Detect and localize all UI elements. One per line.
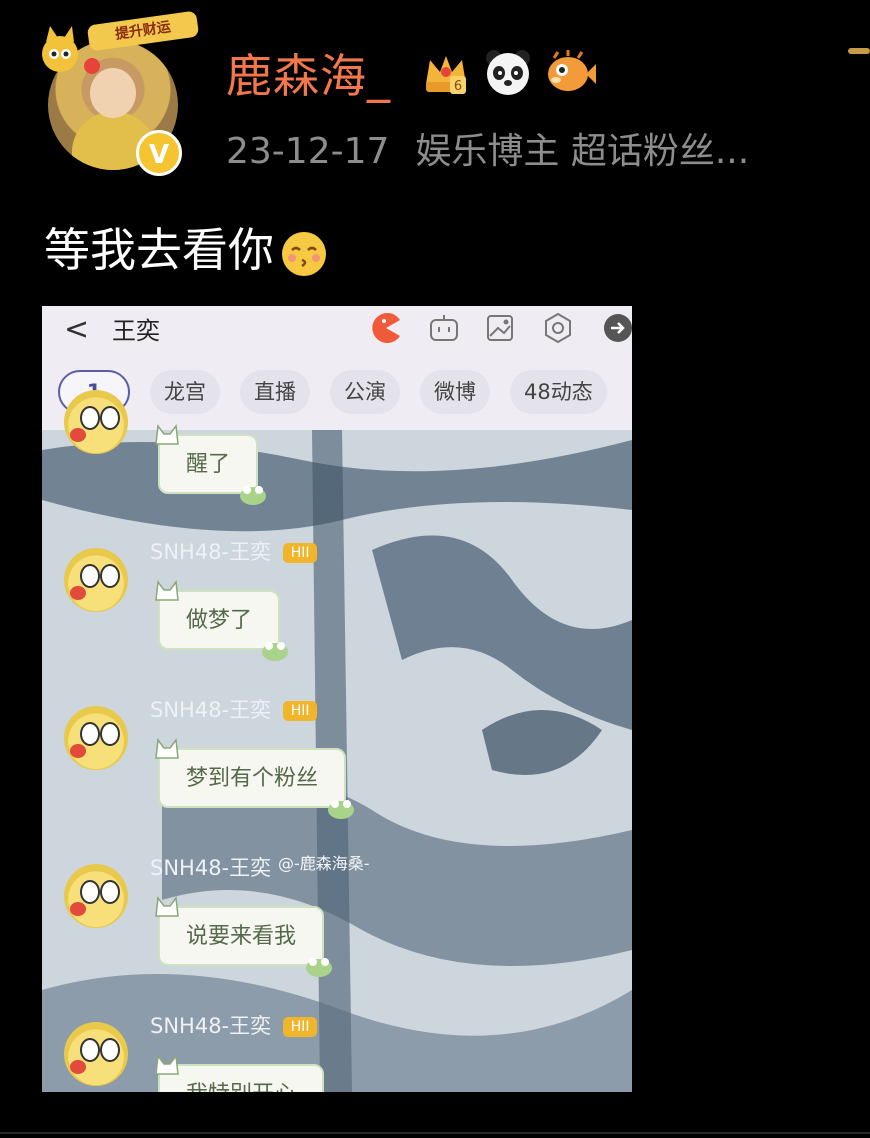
kiss-emoji-icon [282,231,326,276]
sender-name: SNH48-王奕 [150,852,271,882]
pacman-icon[interactable] [370,312,402,344]
message-bubble[interactable]: 说要来看我 [155,896,333,977]
message-text: 梦到有个粉丝 [186,766,319,791]
divider [0,1132,870,1134]
sender-name: SNH48-王奕 HII [150,536,318,566]
message-bubble[interactable]: 醒了 [155,424,267,505]
gallery-icon[interactable] [484,312,516,344]
sender-label: SNH48-王奕 [150,540,272,564]
avatar[interactable]: 提升财运 V [42,10,200,176]
back-icon[interactable]: < [64,312,89,347]
sender-name: SNH48-王奕 HII [150,1010,318,1040]
message-text: 醒了 [186,452,231,477]
message-bubble[interactable]: 梦到有个粉丝 [155,738,355,819]
sender-name: SNH48-王奕 HII [150,694,318,724]
chat-header: < 王奕 1 龙宫 直播 公演 微博 48动态 [42,306,632,430]
username[interactable]: 鹿森海_ [226,40,391,106]
level-badge: HII [283,543,318,563]
verified-v-icon: V [136,130,182,176]
tab-performance[interactable]: 公演 [330,370,400,414]
message-text: 做梦了 [186,608,253,633]
chat-area: 醒了 SNH48-王奕 HII 做梦了 SNH48-王奕 HII 梦到有个粉丝 [42,390,632,1092]
user-badges: 6 [420,46,596,98]
tab-dragon-palace[interactable]: 龙宫 [150,370,220,414]
chat-tabs: 1 龙宫 直播 公演 微博 48动态 [58,370,607,414]
sender-label: SNH48-王奕 [150,1014,272,1038]
level-badge: HII [283,701,318,721]
level-badge: HII [283,1017,318,1037]
message-text: 我特别开心 [186,1082,296,1092]
svg-text:6: 6 [454,79,462,94]
panda-icon[interactable] [482,46,534,98]
crown-level-6-icon[interactable]: 6 [420,46,472,98]
menu-indicator[interactable] [848,48,870,54]
chat-title: 王奕 [112,317,160,345]
robot-icon[interactable] [428,312,460,344]
sender-label: SNH48-王奕 [150,698,272,722]
chat-avatar[interactable] [64,390,128,454]
chat-avatar[interactable] [64,1022,128,1086]
watermark: @-鹿森海桑- [278,854,370,873]
message-bubble[interactable]: 做梦了 [155,580,289,661]
post-text: 等我去看你 [44,214,328,280]
tab-weibo[interactable]: 微博 [420,370,490,414]
message-text: 说要来看我 [186,924,297,949]
message-bubble[interactable]: 我特别开心 [155,1054,325,1092]
chat-avatar[interactable] [64,864,128,928]
pufferfish-icon[interactable] [544,46,596,98]
chat-avatar[interactable] [64,706,128,770]
tab-48-news[interactable]: 48动态 [510,370,607,414]
tab-live[interactable]: 直播 [240,370,310,414]
post-image[interactable]: < 王奕 1 龙宫 直播 公演 微博 48动态 [42,306,632,1092]
post-date: 23-12-17 [226,131,390,172]
avatar-frame-label: 提升财运 [86,10,200,52]
user-tags[interactable]: 娱乐博主 超话粉丝... [415,131,749,172]
settings-icon[interactable] [542,312,574,344]
forward-icon[interactable] [602,312,632,344]
post-body: 等我去看你 [44,223,274,277]
chat-avatar[interactable] [64,548,128,612]
post-meta: 23-12-17 娱乐博主 超话粉丝... [226,122,775,174]
sender-label: SNH48-王奕 [150,856,272,880]
